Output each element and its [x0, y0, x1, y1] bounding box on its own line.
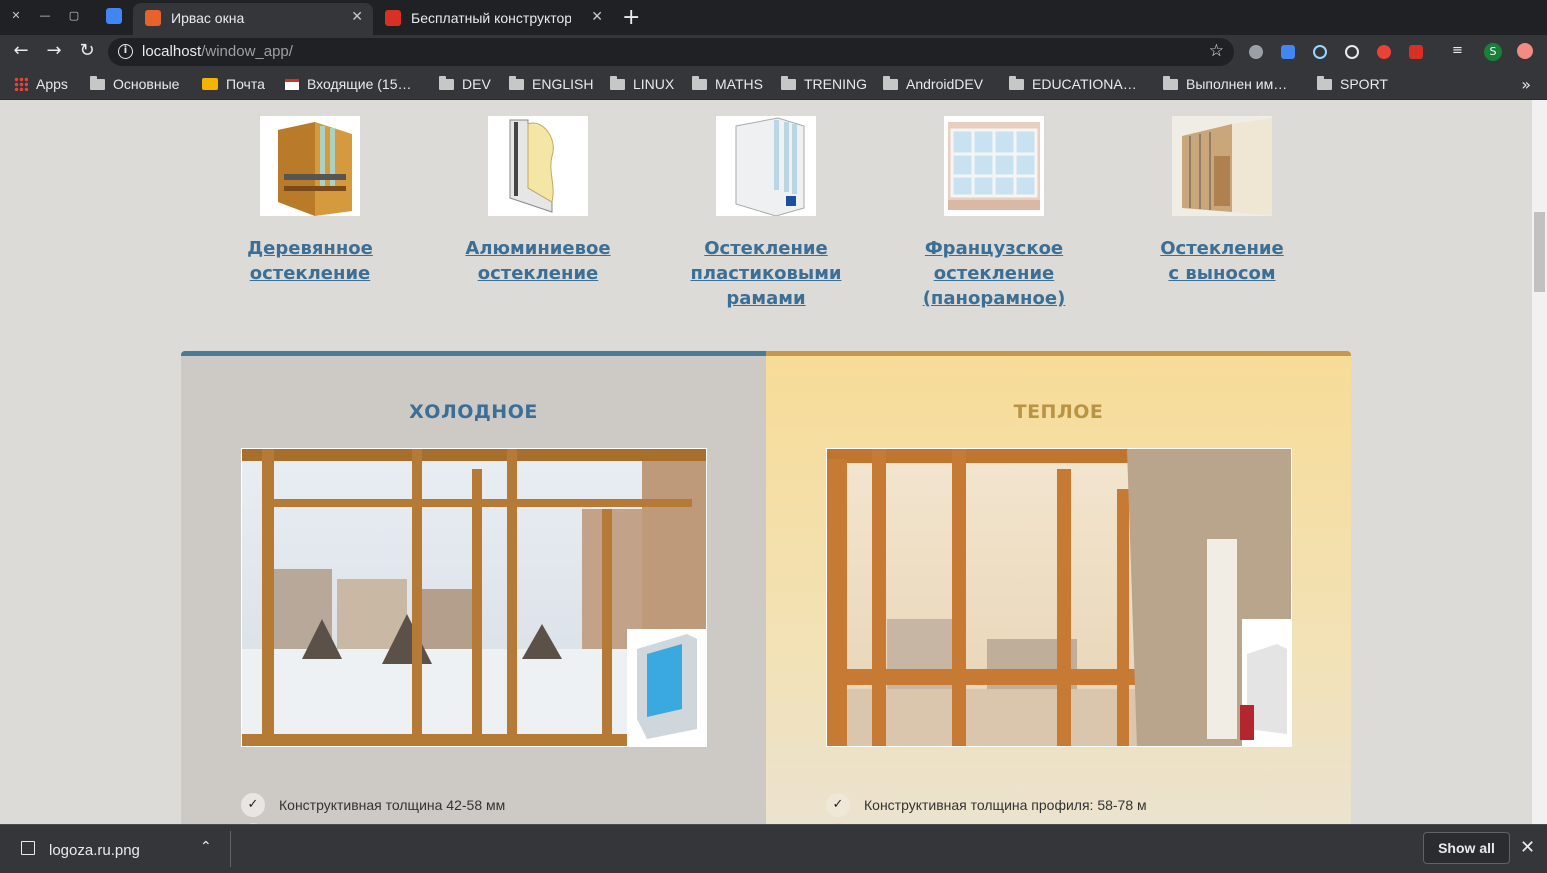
- cold-glazing-card: ХОЛОДНОЕ ✓ Конструктивная толщина 42-58 …: [181, 351, 766, 824]
- back-icon[interactable]: ←: [10, 40, 32, 61]
- glazing-type-french: Французское остекление (панорамное): [894, 116, 1094, 311]
- forward-icon[interactable]: →: [43, 40, 65, 61]
- tab-irvas[interactable]: Ирвас окна ✕: [133, 3, 373, 35]
- bookmark-mail[interactable]: Почта: [202, 76, 265, 94]
- extension-target-icon[interactable]: [1345, 45, 1359, 59]
- bookmark-gmail[interactable]: Входящие (15…: [285, 76, 412, 94]
- extension-translate-icon[interactable]: [1281, 45, 1295, 59]
- download-filename[interactable]: logoza.ru.png: [49, 842, 140, 859]
- bookmark-folder[interactable]: Выполнен им…: [1163, 76, 1287, 94]
- bookmark-folder[interactable]: SPORT: [1317, 76, 1388, 94]
- bookmark-folder[interactable]: DEV: [439, 76, 491, 94]
- bookmark-folder[interactable]: TRENING: [781, 76, 867, 94]
- cold-balcony-photo: [241, 448, 707, 747]
- glazing-type-aluminum: Алюминиевое остекление: [438, 116, 638, 286]
- warm-feature-item: ✓ Конструктивная толщина профиля: 58-78 м: [826, 793, 1147, 817]
- chevron-up-icon[interactable]: ⌃: [200, 839, 212, 855]
- cold-glazing-title: ХОЛОДНОЕ: [409, 401, 538, 423]
- glazing-comparison: ХОЛОДНОЕ ✓ Конструктивная толщина 42-58 …: [181, 351, 1351, 824]
- folder-icon: [439, 76, 454, 90]
- folder-icon: [1163, 76, 1178, 90]
- glazing-type-plastic: Остекление пластиковыми рамами: [666, 116, 866, 311]
- bookmark-folder[interactable]: EDUCATIONA…: [1009, 76, 1137, 94]
- image-file-icon: [21, 841, 35, 855]
- folder-icon: [1317, 76, 1332, 90]
- plastic-profile-image: [716, 116, 816, 216]
- download-shelf: logoza.ru.png ⌃ Show all ✕: [0, 824, 1547, 873]
- bookmark-folder[interactable]: ENGLISH: [509, 76, 593, 94]
- bookmark-folder[interactable]: MATHS: [692, 76, 763, 94]
- tab-title: Ирвас окна: [171, 10, 245, 26]
- more-bookmarks-icon[interactable]: »: [1521, 75, 1531, 94]
- translate-app-icon[interactable]: [106, 8, 122, 24]
- scrollbar-thumb[interactable]: [1534, 212, 1545, 292]
- glazing-link-french[interactable]: Французское остекление (панорамное): [894, 236, 1094, 311]
- warm-glazing-card: ТЕПЛОЕ ✓ Конструктивная толщина профиля:…: [766, 351, 1351, 824]
- close-shelf-icon[interactable]: ✕: [1520, 837, 1535, 858]
- browser-toolbar: ← → ↻ i localhost/window_app/ ☆ ≡ S: [0, 35, 1547, 69]
- site-info-icon[interactable]: i: [118, 44, 133, 59]
- wooden-profile-image: [260, 116, 360, 216]
- aluminum-profile-image: [488, 116, 588, 216]
- tab-strip: ✕ — ▢ Ирвас окна ✕ Бесплатный конструкто…: [0, 0, 1547, 35]
- french-balcony-image: [944, 116, 1044, 216]
- close-tab-icon[interactable]: ✕: [591, 9, 603, 25]
- bookmark-star-icon[interactable]: ☆: [1209, 41, 1224, 61]
- bookmark-folder[interactable]: LINUX: [610, 76, 674, 94]
- folder-icon: [1009, 76, 1024, 90]
- close-tab-icon[interactable]: ✕: [351, 9, 363, 25]
- warm-balcony-photo: [826, 448, 1292, 747]
- address-bar[interactable]: i localhost/window_app/ ☆: [108, 38, 1234, 66]
- new-tab-button[interactable]: +: [622, 5, 640, 30]
- update-icon[interactable]: [1517, 43, 1533, 59]
- folder-icon: [90, 76, 105, 90]
- feature-text: Конструктивная толщина профиля: 58-78 м: [864, 797, 1147, 813]
- bookmark-folder[interactable]: AndroidDEV: [883, 76, 983, 94]
- page-viewport: Деревянное остекление Алюминиевое остеклен…: [0, 100, 1532, 824]
- folder-icon: [883, 76, 898, 90]
- mail-icon: [202, 78, 218, 90]
- glazing-link-extended[interactable]: Остекление с выносом: [1122, 236, 1322, 286]
- profile-avatar[interactable]: S: [1484, 43, 1502, 61]
- folder-icon: [781, 76, 796, 90]
- extended-balcony-image: [1172, 116, 1272, 216]
- divider: [230, 831, 231, 867]
- glazing-link-aluminum[interactable]: Алюминиевое остекление: [438, 236, 638, 286]
- url-text[interactable]: localhost/window_app/: [142, 43, 293, 60]
- extension-adblock-icon[interactable]: [1377, 45, 1391, 59]
- cold-feature-item: ✓ Конструктивная толщина 42-58 мм: [241, 793, 505, 817]
- folder-icon: [692, 76, 707, 90]
- media-control-icon[interactable]: ≡: [1452, 43, 1466, 58]
- extension-spy-icon[interactable]: [1249, 45, 1263, 59]
- checkmark-icon: ✓: [826, 793, 850, 817]
- tab-constructor[interactable]: Бесплатный конструктор ✕: [373, 3, 613, 35]
- page-scrollbar[interactable]: [1532, 100, 1547, 824]
- warm-glazing-title: ТЕПЛОЕ: [1013, 401, 1104, 423]
- extension-react-icon[interactable]: [1313, 45, 1327, 59]
- glazing-type-wooden: Деревянное остекление: [210, 116, 410, 286]
- reload-icon[interactable]: ↻: [76, 40, 98, 61]
- xampp-favicon-icon: [145, 10, 161, 26]
- glazing-link-wooden[interactable]: Деревянное остекление: [210, 236, 410, 286]
- checkmark-icon: ✓: [241, 793, 265, 817]
- glazing-link-plastic[interactable]: Остекление пластиковыми рамами: [666, 236, 866, 311]
- show-all-button[interactable]: Show all: [1423, 832, 1510, 864]
- maximize-window-icon[interactable]: ▢: [66, 8, 82, 24]
- bookmarks-bar: Apps Основные Почта Входящие (15… DEV EN…: [0, 69, 1547, 100]
- folder-icon: [509, 76, 524, 90]
- tab-title: Бесплатный конструктор: [411, 10, 571, 26]
- close-window-icon[interactable]: ✕: [8, 8, 24, 24]
- glazing-type-extended: Остекление с выносом: [1122, 116, 1322, 286]
- minimize-window-icon[interactable]: —: [37, 8, 53, 24]
- apps-grid-icon: [14, 77, 28, 91]
- extension-media-icon[interactable]: [1409, 45, 1423, 59]
- gmail-icon: [285, 79, 299, 90]
- bookmark-folder[interactable]: Основные: [90, 76, 179, 94]
- folder-icon: [610, 76, 625, 90]
- constructor-favicon-icon: [385, 10, 401, 26]
- bookmark-apps[interactable]: Apps: [14, 76, 68, 94]
- feature-text: Конструктивная толщина 42-58 мм: [279, 797, 506, 813]
